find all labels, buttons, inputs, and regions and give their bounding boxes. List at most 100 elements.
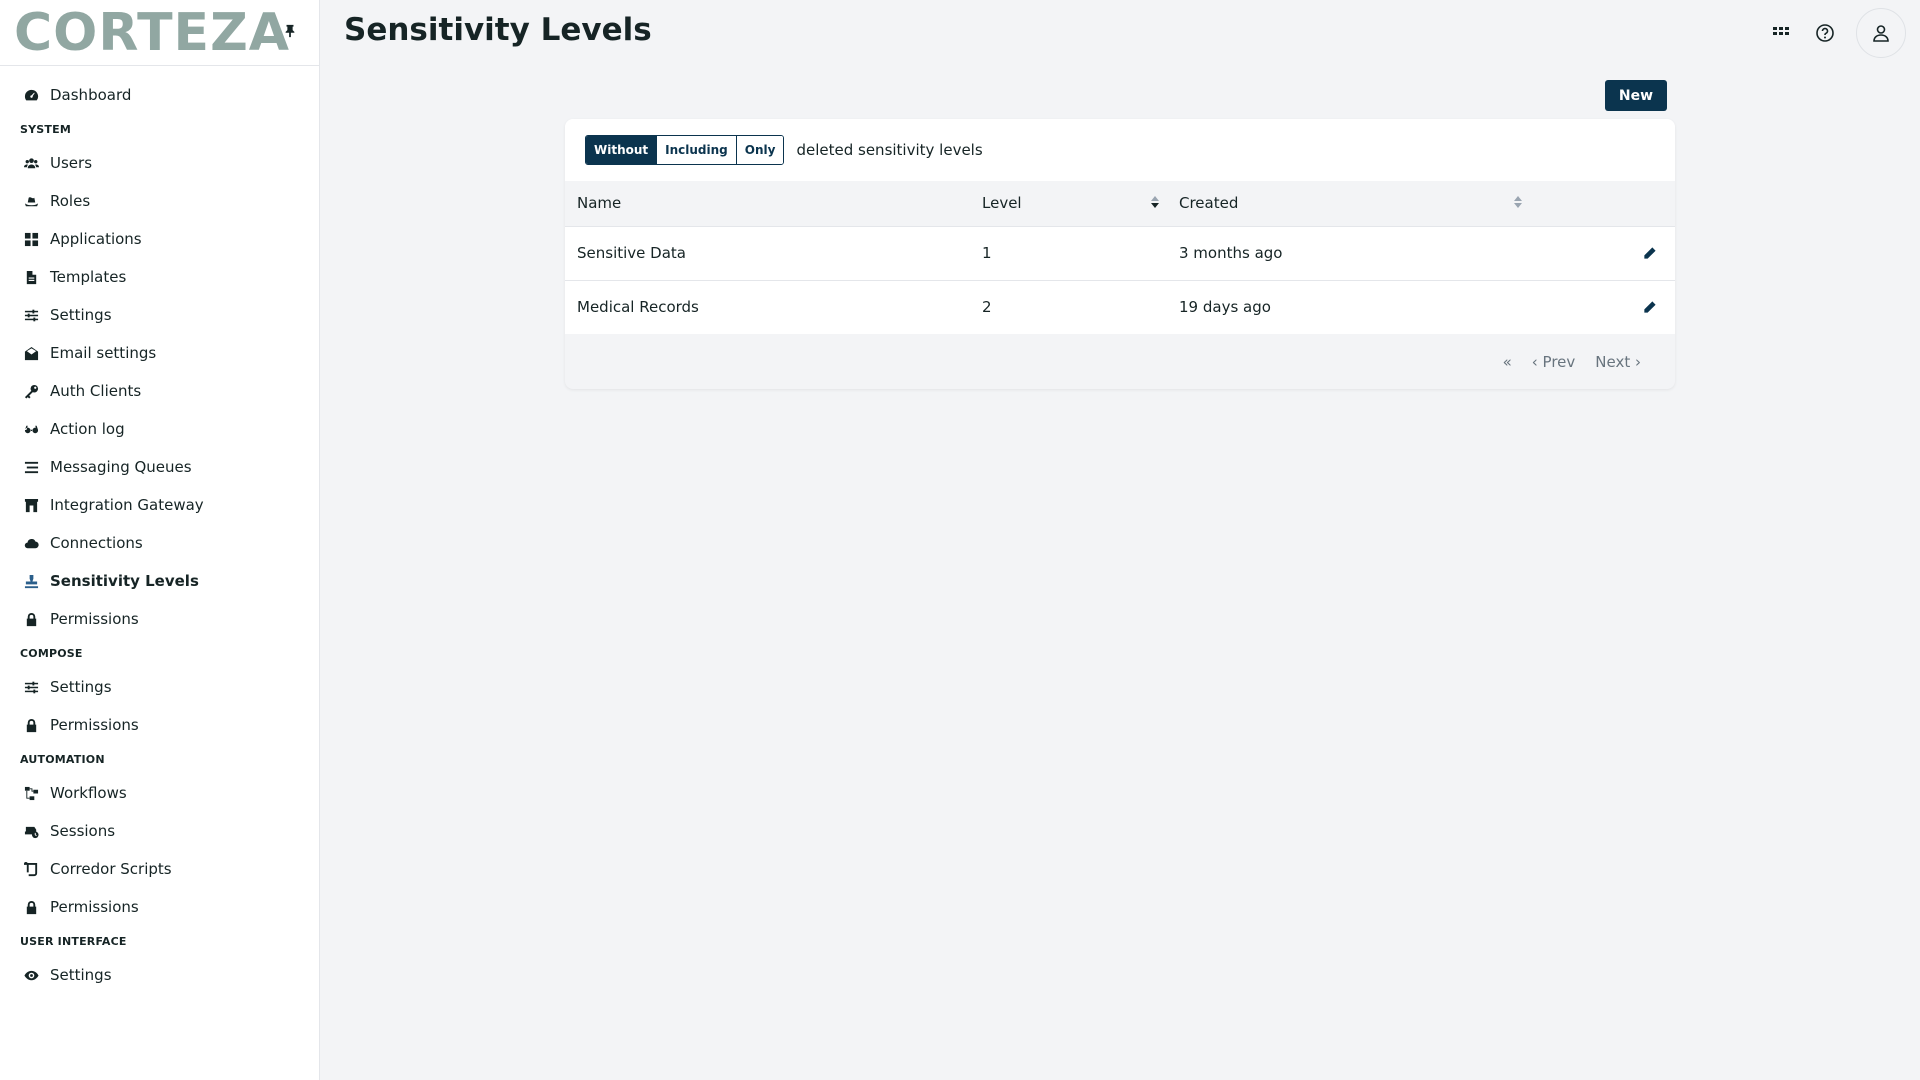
user-avatar[interactable] [1856, 8, 1906, 58]
sensitivity-levels-card: Without Including Only deleted sensitivi… [565, 119, 1675, 389]
filter-only-button[interactable]: Only [736, 136, 784, 164]
sidebar-item-label: Settings [50, 306, 112, 324]
gateway-icon [22, 496, 40, 514]
cell-name: Sensitive Data [577, 244, 686, 262]
sidebar-item-permissions[interactable]: Permissions [0, 600, 319, 638]
sidebar-item-settings[interactable]: Settings [0, 296, 319, 334]
sidebar-nav: Dashboard SYSTEM Users Roles Application… [0, 66, 319, 994]
top-toolbar [1768, 8, 1906, 58]
table-header-row: Name Level Created [565, 181, 1675, 226]
cell-created: 3 months ago [1179, 244, 1283, 262]
key-icon [22, 382, 40, 400]
filter-without-button[interactable]: Without [586, 136, 658, 164]
sidebar-item-label: Permissions [50, 898, 139, 916]
sidebar-item-label: Messaging Queues [50, 458, 192, 476]
grid-icon [22, 230, 40, 248]
new-button[interactable]: New [1605, 80, 1667, 111]
sidebar-item-templates[interactable]: Templates [0, 258, 319, 296]
sidebar-item-label: Roles [50, 192, 91, 210]
apps-grid-icon[interactable] [1768, 20, 1794, 46]
scroll-icon [22, 860, 40, 878]
filter-label: deleted sensitivity levels [796, 141, 983, 159]
help-icon[interactable] [1812, 20, 1838, 46]
edit-icon[interactable] [1637, 241, 1661, 265]
users-icon [22, 154, 40, 172]
column-header-created[interactable]: Created [1167, 181, 1522, 226]
cell-level: 2 [982, 298, 992, 317]
section-title-system: SYSTEM [20, 122, 71, 136]
sidebar-item-dashboard[interactable]: Dashboard [0, 76, 319, 114]
sidebar-item-label: Permissions [50, 610, 139, 628]
brand-header: CORTEZA [0, 0, 319, 66]
eye-icon [22, 966, 40, 984]
sidebar-item-label: Email settings [50, 344, 157, 362]
sidebar-item-label: Sessions [50, 822, 116, 840]
table-row[interactable]: Medical Records 2 19 days ago [565, 280, 1675, 334]
sidebar-item-label: Integration Gateway [50, 496, 204, 514]
hat-icon [22, 192, 40, 210]
table-row[interactable]: Sensitive Data 1 3 months ago [565, 226, 1675, 280]
sidebar-item-automation-permissions[interactable]: Permissions [0, 888, 319, 926]
sidebar-item-compose-permissions[interactable]: Permissions [0, 706, 319, 744]
prev-page-button[interactable]: ‹ Prev [1532, 353, 1576, 371]
cell-created: 19 days ago [1179, 298, 1271, 317]
logo: CORTEZA [14, 2, 291, 63]
sidebar-item-label: Workflows [50, 784, 127, 802]
section-title-automation: AUTOMATION [20, 752, 105, 766]
sidebar-item-compose-settings[interactable]: Settings [0, 668, 319, 706]
sidebar-item-sensitivity-levels[interactable]: Sensitivity Levels [0, 562, 319, 600]
section-title-compose: COMPOSE [20, 646, 83, 660]
cloud-icon [22, 534, 40, 552]
sidebar-item-users[interactable]: Users [0, 144, 319, 182]
filter-bar: Without Including Only deleted sensitivi… [565, 119, 1675, 181]
sidebar-item-applications[interactable]: Applications [0, 220, 319, 258]
sidebar-item-label: Users [50, 154, 93, 172]
glasses-icon [22, 420, 40, 438]
column-header-name: Name [577, 194, 622, 213]
sidebar-item-action-log[interactable]: Action log [0, 410, 319, 448]
sidebar-item-label: Applications [50, 230, 142, 248]
sidebar-item-label: Dashboard [50, 86, 132, 104]
app-root: CORTEZA Dashboard SYSTEM Users Roles App… [0, 0, 1920, 1080]
cell-name: Medical Records [577, 298, 699, 317]
first-page-button[interactable]: « [1503, 353, 1512, 371]
sidebar-item-roles[interactable]: Roles [0, 182, 319, 220]
stamp-icon [22, 572, 40, 590]
lock-icon [22, 610, 40, 628]
sidebar-item-label: Settings [50, 678, 112, 696]
sort-icon[interactable] [1514, 196, 1522, 210]
user-icon [1873, 25, 1889, 42]
filter-including-button[interactable]: Including [657, 136, 737, 164]
sort-desc-icon[interactable] [1151, 196, 1159, 210]
edit-icon[interactable] [1637, 295, 1661, 319]
sidebar-item-label: Sensitivity Levels [50, 572, 199, 590]
sidebar-item-label: Corredor Scripts [50, 860, 172, 878]
cell-level: 1 [982, 244, 992, 262]
next-page-button[interactable]: Next › [1595, 353, 1641, 371]
column-header-actions [1522, 181, 1675, 226]
page-title: Sensitivity Levels [344, 12, 652, 48]
pin-icon[interactable] [282, 22, 298, 40]
sidebar-item-integration-gateway[interactable]: Integration Gateway [0, 486, 319, 524]
lock-icon [22, 898, 40, 916]
sessions-icon [22, 822, 40, 840]
sidebar-item-corredor-scripts[interactable]: Corredor Scripts [0, 850, 319, 888]
sliders-icon [22, 678, 40, 696]
sidebar-item-workflows[interactable]: Workflows [0, 774, 319, 812]
sidebar-item-connections[interactable]: Connections [0, 524, 319, 562]
sidebar-item-sessions[interactable]: Sessions [0, 812, 319, 850]
sliders-icon [22, 306, 40, 324]
pagination: « ‹ Prev Next › [565, 334, 1675, 389]
column-header-level[interactable]: Level [970, 181, 1167, 226]
sidebar: CORTEZA Dashboard SYSTEM Users Roles App… [0, 0, 320, 1080]
sidebar-item-messaging-queues[interactable]: Messaging Queues [0, 448, 319, 486]
sidebar-item-label: Permissions [50, 716, 139, 734]
sidebar-item-label: Connections [50, 534, 143, 552]
gauge-icon [22, 86, 40, 104]
sidebar-item-label: Auth Clients [50, 382, 142, 400]
sidebar-item-ui-settings[interactable]: Settings [0, 956, 319, 994]
sidebar-item-auth-clients[interactable]: Auth Clients [0, 372, 319, 410]
sensitivity-levels-table: Name Level Created Sensitive Data 1 3 mo… [565, 181, 1675, 334]
sidebar-item-email-settings[interactable]: Email settings [0, 334, 319, 372]
list-icon [22, 458, 40, 476]
